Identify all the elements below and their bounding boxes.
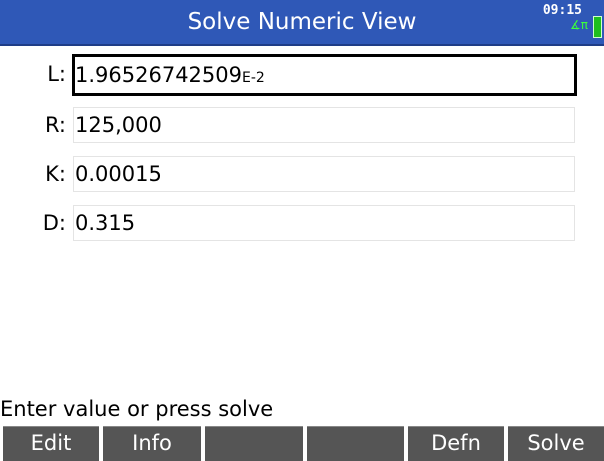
variable-row-d: D: 0.315 — [0, 203, 604, 243]
variable-label: R: — [44, 113, 66, 137]
softkey-menu: Edit Info Defn Solve — [0, 426, 604, 461]
variable-label: K: — [45, 162, 66, 186]
value-field-d[interactable]: 0.315 — [73, 205, 575, 241]
title-bar: Solve Numeric View 09:15 ∡π — [0, 0, 604, 46]
battery-icon — [593, 16, 602, 38]
variable-row-r: R: 125,000 — [0, 105, 604, 145]
angle-mode-icon: ∡π — [570, 18, 588, 32]
status-message: Enter value or press solve — [0, 397, 274, 421]
variable-row-k: K: 0.00015 — [0, 154, 604, 194]
edit-softkey[interactable]: Edit — [3, 426, 99, 461]
field-exponent: E-2 — [242, 70, 265, 86]
view-title: Solve Numeric View — [187, 9, 417, 35]
value-field-l[interactable]: 1.96526742509E-2 — [72, 54, 577, 96]
info-softkey[interactable]: Info — [103, 426, 201, 461]
clock: 09:15 — [542, 3, 582, 18]
variable-label: D: — [42, 211, 66, 235]
field-value: 1.96526742509 — [75, 63, 243, 87]
variable-label: L: — [47, 62, 66, 86]
defn-softkey[interactable]: Defn — [408, 426, 504, 461]
solve-numeric-screen: Solve Numeric View 09:15 ∡π L: 1.9652674… — [0, 0, 604, 461]
value-field-k[interactable]: 0.00015 — [73, 156, 575, 192]
variable-row-l: L: 1.96526742509E-2 — [0, 54, 604, 96]
empty-softkey-4[interactable] — [307, 426, 404, 461]
solve-softkey[interactable]: Solve — [508, 426, 604, 461]
empty-softkey-3[interactable] — [205, 426, 303, 461]
value-field-r[interactable]: 125,000 — [73, 107, 575, 143]
